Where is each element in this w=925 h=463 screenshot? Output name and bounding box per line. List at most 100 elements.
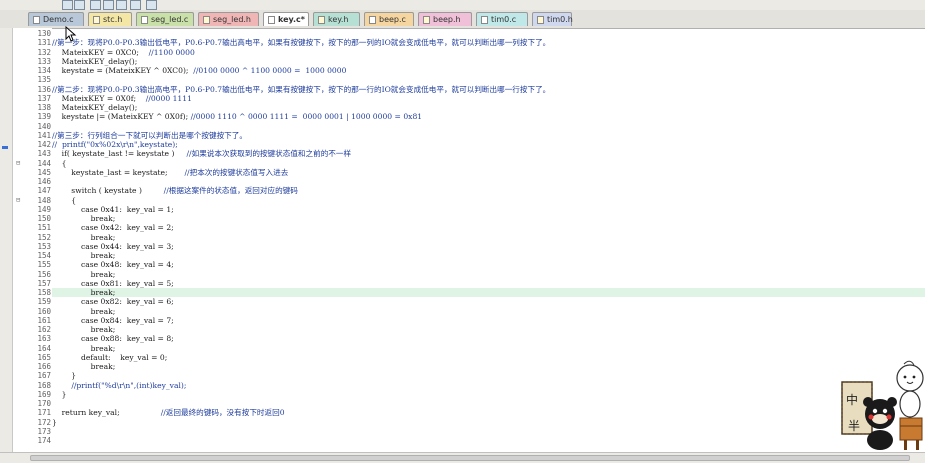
fold-toggle-icon[interactable]: ⊟: [16, 159, 20, 168]
scrollbar-thumb[interactable]: [30, 455, 910, 461]
code-line[interactable]: case 0x42: key_val = 2;: [52, 223, 925, 232]
code-line[interactable]: [52, 436, 925, 445]
code-line[interactable]: MateixKEY_delay();: [52, 57, 925, 66]
line-number: 152: [37, 232, 51, 242]
code-line[interactable]: [52, 427, 925, 436]
header-file-icon: [203, 16, 210, 24]
code-comment: //把本次的按键状态值写入进去: [184, 167, 289, 177]
code-line[interactable]: case 0x88: key_val = 8;: [52, 334, 925, 343]
check-icon[interactable]: [130, 0, 141, 10]
code-line[interactable]: {: [52, 196, 925, 205]
tab-key-c[interactable]: key.c*: [263, 12, 309, 26]
fold-toggle-icon[interactable]: ⊟: [16, 196, 20, 205]
code-line[interactable]: break;: [52, 344, 925, 353]
code-line[interactable]: MateixKEY = 0X0f; //0000 1111: [52, 94, 925, 103]
line-number: 168: [37, 380, 51, 390]
code-line[interactable]: [52, 122, 925, 131]
line-number: 132: [37, 47, 51, 57]
code-text: break;: [52, 325, 116, 334]
code-line[interactable]: // printf("0x%02x\r\n",keystate);: [52, 140, 925, 149]
wand-icon[interactable]: [74, 0, 85, 10]
line-number: 165: [37, 352, 51, 362]
code-line[interactable]: break;: [52, 307, 925, 316]
code-line[interactable]: {: [52, 159, 925, 168]
code-text: }: [52, 417, 57, 427]
code-line[interactable]: [52, 29, 925, 38]
code-line[interactable]: //printf("%d\r\n",(int)key_val);: [52, 381, 925, 390]
code-line[interactable]: if( keystate_last != keystate ) //如果说本次获…: [52, 149, 925, 158]
code-text: break;: [52, 288, 116, 297]
line-number: 133: [37, 56, 51, 66]
code-line[interactable]: break;: [52, 325, 925, 334]
checkbox-icon[interactable]: [62, 0, 73, 10]
line-number: 149: [37, 204, 51, 214]
code-line[interactable]: keystate_last = keystate; //把本次的按键状态值写入进…: [52, 168, 925, 177]
mascot-sticker-image: 中 半: [841, 360, 924, 450]
horizontal-scrollbar[interactable]: [0, 452, 925, 463]
tab-tim0-h[interactable]: tim0.h: [532, 12, 573, 26]
diamond-icon[interactable]: [116, 0, 127, 10]
copy-icon[interactable]: [90, 0, 101, 10]
tab-demo-c[interactable]: Demo.c: [28, 12, 84, 26]
code-text: keystate = (MateixKEY ^ 0XC0);: [52, 66, 194, 75]
code-line[interactable]: case 0x44: key_val = 3;: [52, 242, 925, 251]
tab-label: seg_led.c: [151, 15, 189, 24]
code-line[interactable]: }: [52, 371, 925, 380]
tab-key-h[interactable]: key.h: [313, 12, 360, 26]
code-text: keystate |= (MateixKEY ^ 0X0f);: [52, 112, 191, 122]
code-line[interactable]: keystate |= (MateixKEY ^ 0X0f); //0000 1…: [52, 112, 925, 121]
build-icon[interactable]: [146, 0, 157, 10]
code-line[interactable]: //第二步：现将P0.0-P0.3输出高电平，P0.6-P0.7输出低电平，如果…: [52, 85, 925, 94]
code-line[interactable]: }: [52, 390, 925, 399]
code-line[interactable]: break;: [52, 233, 925, 242]
line-number: 169: [37, 389, 51, 399]
tab-seg-led-h[interactable]: seg_led.h: [198, 12, 259, 26]
code-line[interactable]: case 0x82: key_val = 6;: [52, 297, 925, 306]
tab-label: Demo.c: [43, 15, 74, 24]
line-number: 142: [37, 140, 51, 149]
code-line[interactable]: case 0x81: key_val = 5;: [52, 279, 925, 288]
code-line[interactable]: switch ( keystate ) //根据这案件的状态值，返回对应的键码: [52, 186, 925, 195]
line-number: 136: [37, 84, 51, 94]
tab-seg-led-c[interactable]: seg_led.c: [136, 12, 194, 26]
line-number: 145: [37, 167, 51, 177]
code-editor[interactable]: //第一步：现将P0.0-P0.3输出低电平，P0.6-P0.7输出高电平，如果…: [52, 28, 925, 456]
code-text: default: key_val = 0;: [52, 352, 168, 362]
tab-label: beep.h: [433, 15, 461, 24]
code-line[interactable]: //第一步：现将P0.0-P0.3输出低电平，P0.6-P0.7输出高电平，如果…: [52, 38, 925, 47]
code-line[interactable]: break;: [52, 214, 925, 223]
code-line[interactable]: //第三步：行列组合一下就可以判断出是哪个按键按下了。: [52, 131, 925, 140]
code-line[interactable]: break;: [52, 288, 925, 298]
header-file-icon: [93, 16, 100, 24]
code-line[interactable]: case 0x84: key_val = 7;: [52, 316, 925, 325]
code-line[interactable]: keystate = (MateixKEY ^ 0XC0); //0100 00…: [52, 66, 925, 75]
tab-beep-h[interactable]: beep.h: [418, 12, 472, 26]
tab-stc-h[interactable]: stc.h: [88, 12, 132, 26]
code-line[interactable]: case 0x48: key_val = 4;: [52, 260, 925, 269]
code-text: case 0x48: key_val = 4;: [52, 260, 174, 270]
code-line[interactable]: default: key_val = 0;: [52, 353, 925, 362]
code-comment: //0000 1111: [136, 93, 192, 103]
code-line[interactable]: break;: [52, 362, 925, 371]
code-line[interactable]: break;: [52, 270, 925, 279]
code-line[interactable]: MateixKEY_delay();: [52, 103, 925, 112]
code-line[interactable]: break;: [52, 251, 925, 260]
code-text: break;: [52, 232, 116, 242]
code-line[interactable]: MateixKEY = 0XC0; //1100 0000: [52, 48, 925, 57]
code-text: }: [52, 371, 77, 381]
tab-tim0-c[interactable]: tim0.c: [476, 12, 528, 26]
code-text: MateixKEY_delay();: [52, 56, 138, 66]
code-line[interactable]: return key_val; //返回最终的键码，没有按下时返回0: [52, 408, 925, 417]
tab-beep-c[interactable]: beep.c: [364, 12, 414, 26]
code-line[interactable]: }: [52, 418, 925, 427]
line-number: 153: [37, 241, 51, 251]
code-text: if( keystate_last != keystate ): [52, 149, 187, 159]
code-line[interactable]: [52, 75, 925, 84]
code-line[interactable]: [52, 399, 925, 408]
tab-label: key.h: [328, 15, 349, 24]
code-line[interactable]: [52, 177, 925, 186]
code-line[interactable]: case 0x41: key_val = 1;: [52, 205, 925, 214]
code-text: case 0x81: key_val = 5;: [52, 278, 174, 288]
paste-icon[interactable]: [103, 0, 114, 10]
